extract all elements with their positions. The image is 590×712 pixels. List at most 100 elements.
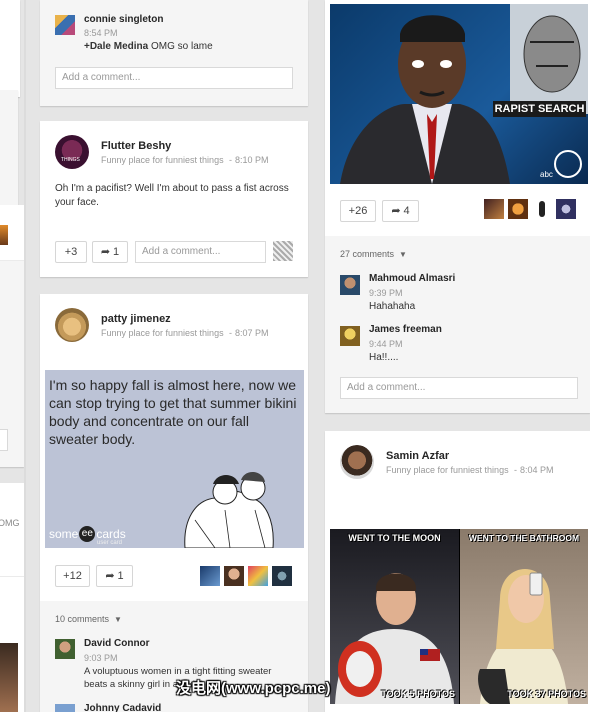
commenter-avatar[interactable] [55, 704, 75, 712]
plusoner-avatar-3[interactable] [248, 566, 268, 586]
share-button[interactable]: ➦ 1 [92, 241, 128, 263]
ecard-text: I'm so happy fall is almost here, now we… [49, 377, 297, 447]
plusoner-avatar-1[interactable] [484, 199, 504, 219]
share-count: 1 [117, 570, 124, 582]
comment-author[interactable]: James freeman [369, 324, 442, 335]
left-divider-2 [0, 576, 24, 577]
left-column-gutter [24, 0, 26, 712]
add-comment-input[interactable]: Add a comment... [55, 67, 293, 89]
plus-one-count: +3 [64, 246, 78, 258]
comment-time[interactable]: 8:54 PM [84, 28, 118, 38]
comment-text: Hahahaha [369, 301, 416, 312]
news-image[interactable]: RAPIST SEARCH abc [330, 4, 588, 184]
left-partial-card-mid [0, 90, 18, 207]
left-comment-box[interactable] [0, 429, 8, 451]
add-comment-input[interactable]: Add a comment... [340, 377, 578, 399]
comment-time[interactable]: 9:03 PM [84, 653, 118, 663]
share-icon: ➦ [100, 246, 111, 258]
plus-one-count: +26 [348, 205, 368, 217]
astronaut-illustration [335, 573, 454, 704]
post-time-sep: - [229, 328, 232, 338]
author-name[interactable]: Flutter Beshy [101, 140, 171, 152]
plus-one-count: +12 [63, 570, 82, 582]
comment-text: Ha!!.... [369, 352, 399, 363]
community-name[interactable]: Funny place for funniest things [101, 155, 224, 165]
meme-image[interactable]: WENT TO THE MOON TOOK 5 PHOTOS WENT TO T… [330, 529, 588, 704]
left-partial-card-3: OMG [0, 483, 24, 712]
post-body: Oh I'm a pacifist? Well I'm about to pas… [55, 183, 289, 208]
post-time-sep: - [229, 155, 232, 165]
site-watermark: 没电网(www.pcpc.me) [176, 680, 331, 697]
plusoner-avatar-3[interactable] [532, 199, 552, 219]
comment-author[interactable]: David Connor [84, 638, 150, 649]
meme-right-bottom: TOOK 37 PHOTOS [507, 689, 586, 699]
post-card-1: connie singleton 8:54 PM +Dale Medina OM… [40, 0, 308, 106]
news-logo: abc [540, 170, 553, 179]
meme-left-bottom: TOOK 5 PHOTOS [381, 689, 455, 699]
post-time[interactable]: 8:07 PM [235, 328, 269, 338]
share-icon: ➦ [391, 205, 401, 217]
author-avatar[interactable]: THINGS [55, 135, 89, 169]
commenter-avatar[interactable] [340, 326, 360, 346]
plusoner-avatar-4[interactable] [556, 199, 576, 219]
community-name[interactable]: Funny place for funniest things [101, 328, 224, 338]
comment-time[interactable]: 9:44 PM [369, 339, 403, 349]
comment-body: OMG so lame [148, 41, 213, 52]
add-comment-input[interactable]: Add a comment... [135, 241, 266, 263]
comment-text: +Dale Medina OMG so lame [84, 40, 213, 54]
share-count: 4 [403, 205, 410, 217]
plusoner-avatar-2[interactable] [508, 199, 528, 219]
author-name[interactable]: Samin Azfar [386, 450, 449, 462]
meme-left-panel: WENT TO THE MOON TOOK 5 PHOTOS [330, 529, 459, 704]
post-time[interactable]: 8:10 PM [235, 155, 269, 165]
comments-count: 27 comments [340, 249, 395, 259]
share-icon: ➦ [105, 570, 115, 582]
left-partial-card-top [0, 0, 20, 97]
meme-right-top: WENT TO THE BATHROOM [468, 533, 580, 543]
chevron-down-icon: ▼ [399, 249, 407, 259]
author-avatar[interactable] [340, 445, 374, 479]
left-thumb [0, 225, 8, 245]
commenter-avatar[interactable] [55, 639, 75, 659]
news-anchor-illustration [340, 4, 588, 184]
meme-left-top: WENT TO THE MOON [348, 533, 441, 543]
author-name[interactable]: patty jimenez [101, 313, 171, 325]
chevron-down-icon: ▼ [114, 614, 122, 624]
post-time[interactable]: 8:04 PM [520, 465, 554, 475]
comment-mention[interactable]: +Dale Medina [84, 41, 148, 52]
meme-right-panel: WENT TO THE BATHROOM TOOK 37 PHOTOS [460, 529, 588, 704]
plusoner-avatar-2[interactable] [224, 566, 244, 586]
comments-toggle[interactable]: 10 comments ▼ [55, 614, 122, 624]
ecard-image[interactable]: I'm so happy fall is almost here, now we… [45, 370, 304, 548]
post-card-4: RAPIST SEARCH abc +26 ➦ 4 27 comments ▼ Ma… [325, 0, 590, 413]
selfie-illustration [478, 569, 568, 704]
left-partial-card-2 [0, 205, 24, 467]
news-caption: RAPIST SEARCH [493, 101, 586, 117]
commenter-avatar[interactable] [55, 15, 75, 35]
author-avatar[interactable] [55, 308, 89, 342]
share-button[interactable]: ➦ 4 [382, 200, 419, 222]
plusoner-avatar-4[interactable] [272, 566, 292, 586]
comments-count: 10 comments [55, 614, 110, 624]
comment-author[interactable]: Mahmoud Almasri [369, 273, 455, 284]
plusoner-avatar-1[interactable] [200, 566, 220, 586]
post-card-3: patty jimenez Funny place for funniest t… [40, 294, 308, 712]
post-time-sep: - [514, 465, 517, 475]
post-card-2: THINGS Flutter Beshy Funny place for fun… [40, 121, 308, 277]
comment-author[interactable]: connie singleton [84, 14, 163, 25]
comment-author[interactable]: Johnny Cadavid [84, 703, 161, 712]
plus-one-button[interactable]: +12 [55, 565, 90, 587]
community-name[interactable]: Funny place for funniest things [386, 465, 509, 475]
commenter-avatar[interactable] [340, 275, 360, 295]
left-thumb-2 [0, 643, 18, 712]
comment-time[interactable]: 9:39 PM [369, 288, 403, 298]
share-button[interactable]: ➦ 1 [96, 565, 133, 587]
plus-one-button[interactable]: +26 [340, 200, 376, 222]
ecard-brand-sub: user card [97, 540, 123, 546]
comments-toggle[interactable]: 27 comments ▼ [340, 249, 407, 259]
commenter-thumb[interactable] [273, 241, 293, 261]
share-count: 1 [113, 246, 120, 258]
plus-one-button[interactable]: +3 [55, 241, 87, 263]
post-card-5: Samin Azfar Funny place for funniest thi… [325, 431, 590, 712]
left-comment-snippet: OMG [0, 518, 20, 528]
